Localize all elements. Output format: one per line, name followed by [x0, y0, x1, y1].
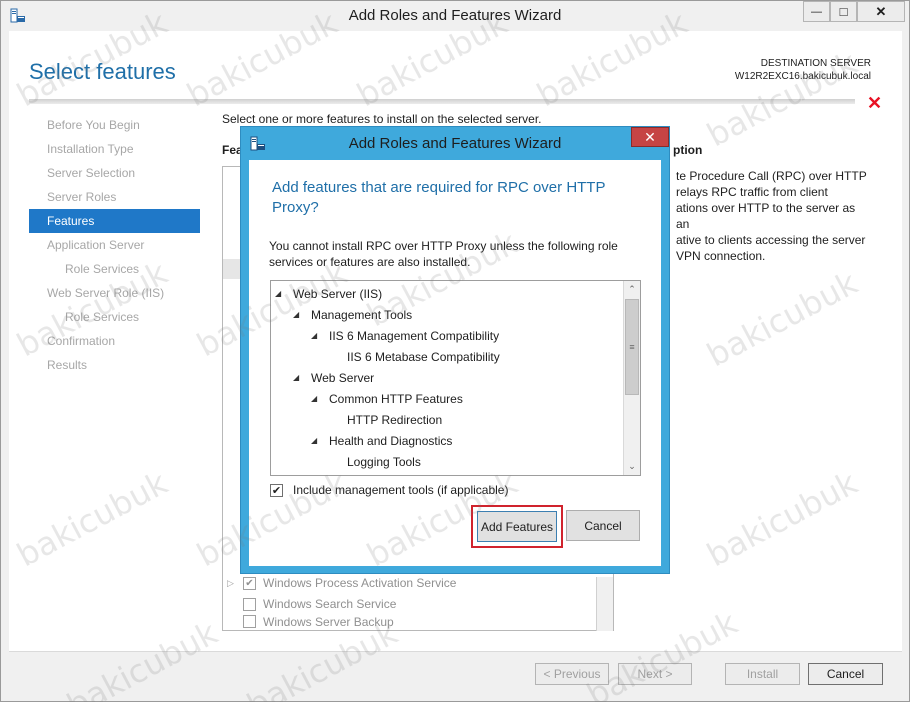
tree-item[interactable]: HTTP Redirection [329, 409, 442, 430]
maximize-button[interactable]: □ [830, 1, 857, 22]
nav-server-selection[interactable]: Server Selection [29, 161, 200, 185]
feature-label: Windows Server Backup [263, 615, 394, 629]
maximize-icon: □ [839, 4, 848, 19]
feature-checkbox[interactable] [243, 615, 256, 628]
collapse-icon[interactable]: ◢ [311, 394, 329, 403]
grip-icon: ≡ [629, 342, 635, 352]
previous-button[interactable]: < Previous [535, 663, 609, 685]
required-features-tree[interactable]: ◢ Web Server (IIS) ◢ Management Tools ◢ … [270, 280, 641, 476]
description-line: te Procedure Call (RPC) over HTTP [676, 169, 867, 183]
tree-scrollbar[interactable]: ⌃ ≡ ⌄ [623, 281, 640, 475]
nav-role-services-web[interactable]: Role Services [29, 305, 200, 329]
tree-item-label: Health and Diagnostics [329, 433, 453, 448]
minimize-button[interactable]: — [803, 1, 830, 22]
dialog-heading: Add features that are required for RPC o… [272, 179, 606, 216]
tree-item-label: IIS 6 Metabase Compatibility [347, 349, 500, 364]
collapse-icon[interactable]: ◢ [311, 436, 329, 445]
dialog-body: Add features that are required for RPC o… [249, 160, 661, 566]
feature-checkbox[interactable] [243, 597, 256, 611]
error-icon[interactable]: ✕ [867, 93, 882, 114]
nav-before-you-begin[interactable]: Before You Begin [29, 113, 200, 137]
tree-item-label: Logging Tools [347, 454, 421, 469]
nav-role-services-app[interactable]: Role Services [29, 257, 200, 281]
description-line: ations over HTTP to the server as an [676, 201, 856, 231]
dialog-cancel-button[interactable]: Cancel [566, 510, 640, 541]
collapse-icon[interactable]: ◢ [275, 289, 293, 298]
collapse-icon[interactable]: ◢ [293, 310, 311, 319]
features-scrollbar[interactable] [596, 577, 613, 631]
tree-item[interactable]: ◢ Health and Diagnostics [311, 430, 452, 451]
tree-item-label: Web Server [311, 370, 375, 385]
highlight-frame: Add Features [471, 505, 563, 548]
description-line: relays RPC traffic from client [676, 185, 828, 199]
add-features-dialog: Add Roles and Features Wizard ✕ Add feat… [240, 126, 670, 574]
install-button[interactable]: Install [725, 663, 800, 685]
header-divider [29, 99, 855, 104]
feature-label: Windows Search Service [263, 597, 397, 611]
window-title: Add Roles and Features Wizard [348, 7, 562, 24]
scroll-up-icon[interactable]: ⌃ [624, 281, 640, 297]
nav-web-server-role[interactable]: Web Server Role (IIS) [29, 281, 200, 305]
minimize-icon: — [811, 5, 822, 18]
tree-item[interactable]: IIS 6 Metabase Compatibility [329, 346, 500, 367]
tree-item-label: HTTP Redirection [347, 412, 443, 427]
tree-item-label: Management Tools [311, 307, 413, 322]
nav-confirmation[interactable]: Confirmation [29, 329, 200, 353]
page-title: Select features [29, 59, 176, 84]
include-management-tools-label: Include management tools (if applicable) [293, 483, 509, 497]
dialog-title: Add Roles and Features Wizard [348, 135, 562, 152]
destination-server-value: W12R2EXC16.bakicubuk.local [734, 71, 871, 82]
description-text: te Procedure Call (RPC) over HTTP relays… [676, 168, 871, 264]
close-icon: ✕ [875, 3, 887, 19]
tree-item-label: Web Server (IIS) [293, 286, 383, 301]
scroll-down-icon[interactable]: ⌄ [624, 458, 640, 474]
tree-item-label: IIS 6 Management Compatibility [329, 328, 500, 343]
tree-item[interactable]: ◢ Web Server (IIS) [275, 283, 382, 304]
footer-divider [9, 651, 902, 652]
nav-application-server[interactable]: Application Server [29, 233, 200, 257]
nav-results[interactable]: Results [29, 353, 200, 377]
cancel-button[interactable]: Cancel [808, 663, 883, 685]
include-management-tools[interactable]: ✔ Include management tools (if applicabl… [270, 483, 508, 497]
tree-item[interactable]: ◢ Web Server [293, 367, 374, 388]
feature-label: Windows Process Activation Service [263, 576, 457, 590]
tree-item-label: Common HTTP Features [329, 391, 463, 406]
intro-text: Select one or more features to install o… [222, 112, 542, 126]
feature-checkbox[interactable]: ✔ [243, 576, 256, 590]
close-button[interactable]: ✕ [857, 1, 905, 22]
nav-features[interactable]: Features [29, 209, 200, 233]
tree-item[interactable]: ◢ IIS 6 Management Compatibility [311, 325, 499, 346]
scroll-thumb[interactable]: ≡ [625, 299, 639, 395]
nav-installation-type[interactable]: Installation Type [29, 137, 200, 161]
collapse-icon[interactable]: ◢ [311, 331, 329, 340]
description-line: ative to clients accessing the server [676, 233, 866, 247]
tree-item[interactable]: ◢ Common HTTP Features [311, 388, 463, 409]
destination-server-label: DESTINATION SERVER [760, 58, 871, 69]
title-bar: Add Roles and Features Wizard — □ ✕ [1, 1, 909, 31]
collapse-icon[interactable]: ◢ [293, 373, 311, 382]
wizard-nav: Before You Begin Installation Type Serve… [29, 113, 200, 377]
feature-row[interactable]: Windows Server Backup [227, 615, 394, 629]
dialog-close-button[interactable]: ✕ [631, 127, 669, 147]
expand-icon[interactable]: ▷ [227, 578, 243, 589]
description-line: VPN connection. [676, 249, 766, 263]
include-management-tools-checkbox[interactable]: ✔ [270, 483, 283, 497]
feature-row[interactable]: ▷ ✔ Windows Process Activation Service [227, 573, 456, 593]
next-button[interactable]: Next > [618, 663, 692, 685]
tree-item[interactable]: ◢ Management Tools [293, 304, 412, 325]
dialog-message: You cannot install RPC over HTTP Proxy u… [269, 239, 618, 269]
tree-item[interactable]: Logging Tools [329, 451, 421, 472]
nav-server-roles[interactable]: Server Roles [29, 185, 200, 209]
description-heading: ption [673, 143, 703, 157]
close-icon: ✕ [644, 128, 656, 145]
feature-row[interactable]: Windows Search Service [227, 594, 396, 614]
add-features-button[interactable]: Add Features [477, 511, 557, 542]
